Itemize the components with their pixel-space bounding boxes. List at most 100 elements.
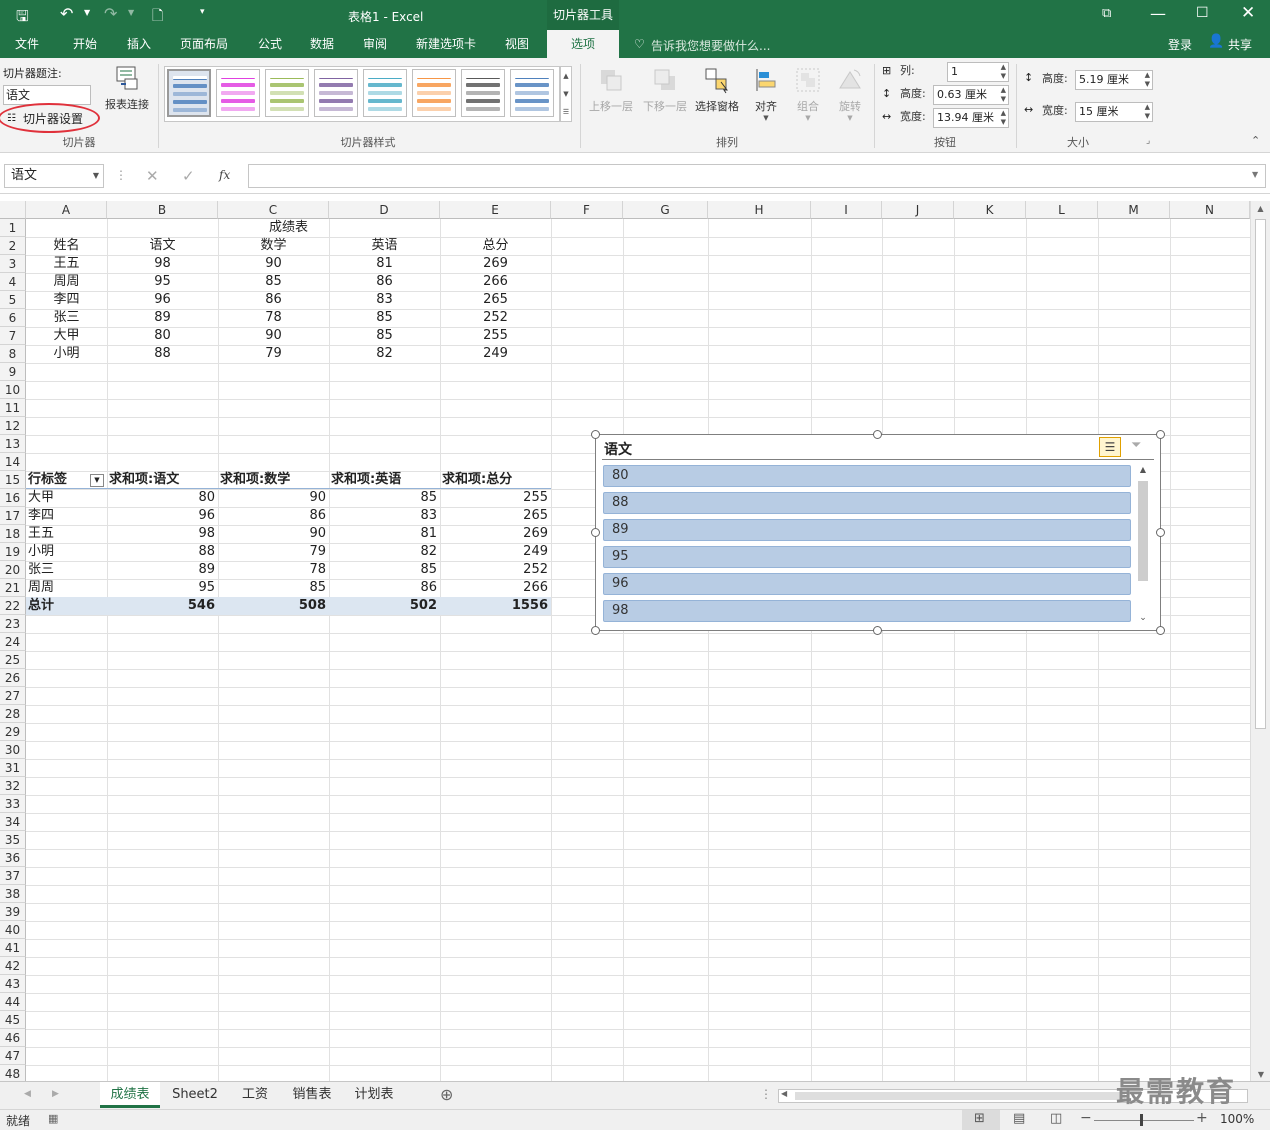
slicer-item-95[interactable]: 95	[603, 546, 1131, 568]
vertical-scroll-thumb[interactable]	[1255, 219, 1266, 729]
slicer-item-98[interactable]: 98	[603, 600, 1131, 622]
sheet-tab-jihuabiao[interactable]: 计划表	[344, 1082, 404, 1108]
row-header-48[interactable]: 48	[0, 1065, 26, 1081]
cancel-icon[interactable]: ✕	[146, 167, 159, 185]
column-header-f[interactable]: F	[551, 201, 623, 219]
multi-select-icon[interactable]: ☰	[1099, 437, 1121, 457]
cell-d19[interactable]: 82	[329, 543, 440, 561]
cell-e3[interactable]: 269	[440, 255, 551, 273]
row-header-37[interactable]: 37	[0, 867, 26, 885]
cell-e22[interactable]: 1556	[440, 597, 551, 615]
row-header-30[interactable]: 30	[0, 741, 26, 759]
zoom-slider-thumb[interactable]	[1140, 1114, 1143, 1126]
rotate-button[interactable]: 旋转 ▼	[830, 66, 870, 122]
slicer-style-option[interactable]	[216, 69, 260, 117]
row-header-38[interactable]: 38	[0, 885, 26, 903]
row-header-34[interactable]: 34	[0, 813, 26, 831]
worksheet-grid[interactable]: A B C D E F G H I J K L M N 1 2 3 4 5 6 7 8 9 10 11 12 13 14 15 16 17 1…	[0, 201, 1250, 1081]
resize-handle[interactable]	[1156, 430, 1165, 439]
tab-review[interactable]: 审阅	[351, 30, 399, 58]
row-header-46[interactable]: 46	[0, 1029, 26, 1047]
row-header-6[interactable]: 6	[0, 309, 26, 327]
cell-e16[interactable]: 255	[440, 489, 551, 507]
slicer-scrollbar[interactable]: ▲ ⌄	[1135, 465, 1151, 623]
button-height-spinner[interactable]: 0.63 厘米 ▲ ▼	[933, 85, 1009, 105]
row-header-3[interactable]: 3	[0, 255, 26, 273]
row-header-41[interactable]: 41	[0, 939, 26, 957]
name-box[interactable]: 语文 ▼	[4, 164, 104, 188]
slicer-style-option[interactable]	[412, 69, 456, 117]
cell-a19[interactable]: 小明	[26, 543, 107, 561]
resize-handle[interactable]	[873, 430, 882, 439]
row-header-19[interactable]: 19	[0, 543, 26, 561]
macro-record-icon[interactable]: ▦	[48, 1112, 58, 1125]
row-header-17[interactable]: 17	[0, 507, 26, 525]
scroll-down-icon[interactable]: ▼	[1251, 1070, 1270, 1079]
column-header-j[interactable]: J	[882, 201, 954, 219]
cell-d17[interactable]: 83	[329, 507, 440, 525]
cell-e2[interactable]: 总分	[440, 237, 551, 255]
formula-input[interactable]	[248, 164, 1266, 188]
slicer-style-option[interactable]	[461, 69, 505, 117]
column-header-c[interactable]: C	[218, 201, 329, 219]
cell-c3[interactable]: 90	[218, 255, 329, 273]
tab-file[interactable]: 文件	[3, 30, 51, 58]
cell-c5[interactable]: 86	[218, 291, 329, 309]
row-header-9[interactable]: 9	[0, 363, 26, 381]
cell-b18[interactable]: 98	[107, 525, 218, 543]
row-header-13[interactable]: 13	[0, 435, 26, 453]
cell-d21[interactable]: 86	[329, 579, 440, 597]
slicer-style-option[interactable]	[510, 69, 554, 117]
cell-e7[interactable]: 255	[440, 327, 551, 345]
insert-function-icon[interactable]: fx	[219, 168, 230, 182]
customize-qat-icon[interactable]: ▾	[200, 7, 205, 17]
cell-d7[interactable]: 85	[329, 327, 440, 345]
cell-a2[interactable]: 姓名	[26, 237, 107, 255]
cell-d20[interactable]: 85	[329, 561, 440, 579]
cell-d5[interactable]: 83	[329, 291, 440, 309]
cell-b2[interactable]: 语文	[107, 237, 218, 255]
row-header-23[interactable]: 23	[0, 615, 26, 633]
slicer-style-option[interactable]	[314, 69, 358, 117]
row-header-1[interactable]: 1	[0, 219, 26, 237]
cell-e6[interactable]: 252	[440, 309, 551, 327]
ribbon-display-icon[interactable]: ⧉	[1102, 6, 1111, 21]
undo-icon[interactable]: ↶	[60, 4, 73, 23]
vertical-scrollbar[interactable]: ▲ ▼	[1250, 201, 1270, 1081]
spinner-arrows-icon[interactable]: ▲ ▼	[1145, 71, 1150, 89]
page-break-view-icon[interactable]: ◫	[1050, 1111, 1062, 1126]
cell-b8[interactable]: 88	[107, 345, 218, 363]
cell-c7[interactable]: 90	[218, 327, 329, 345]
cell-c2[interactable]: 数学	[218, 237, 329, 255]
cell-e18[interactable]: 269	[440, 525, 551, 543]
slicer-style-option[interactable]	[363, 69, 407, 117]
sheet-tab-sheet2[interactable]: Sheet2	[163, 1082, 227, 1108]
selection-pane-button[interactable]: 选择窗格	[692, 66, 742, 114]
sheet-tab-gongzi[interactable]: 工资	[230, 1082, 280, 1108]
slicer-scroll-thumb[interactable]	[1138, 481, 1148, 581]
prev-sheet-icon[interactable]: ◀	[24, 1089, 31, 1099]
zoom-slider[interactable]	[1094, 1120, 1194, 1121]
cell-b3[interactable]: 98	[107, 255, 218, 273]
cell-a7[interactable]: 大甲	[26, 327, 107, 345]
cell-c18[interactable]: 90	[218, 525, 329, 543]
row-header-29[interactable]: 29	[0, 723, 26, 741]
row-header-5[interactable]: 5	[0, 291, 26, 309]
resize-handle[interactable]	[873, 626, 882, 635]
row-header-18[interactable]: 18	[0, 525, 26, 543]
column-header-l[interactable]: L	[1026, 201, 1098, 219]
cell-b21[interactable]: 95	[107, 579, 218, 597]
sheet-tab-chengjibiao[interactable]: 成绩表	[100, 1082, 160, 1108]
tab-view[interactable]: 视图	[493, 30, 541, 58]
cell-a4[interactable]: 周周	[26, 273, 107, 291]
collapse-ribbon-icon[interactable]: ⌃	[1251, 134, 1260, 147]
resize-handle[interactable]	[591, 430, 600, 439]
cell-d3[interactable]: 81	[329, 255, 440, 273]
cell-b17[interactable]: 96	[107, 507, 218, 525]
tab-home[interactable]: 开始	[61, 30, 109, 58]
name-box-dropdown-icon[interactable]: ▼	[93, 165, 99, 187]
row-header-40[interactable]: 40	[0, 921, 26, 939]
cell-b16[interactable]: 80	[107, 489, 218, 507]
report-connections-button[interactable]: 报表连接	[100, 64, 154, 112]
size-width-spinner[interactable]: 15 厘米 ▲ ▼	[1075, 102, 1153, 122]
